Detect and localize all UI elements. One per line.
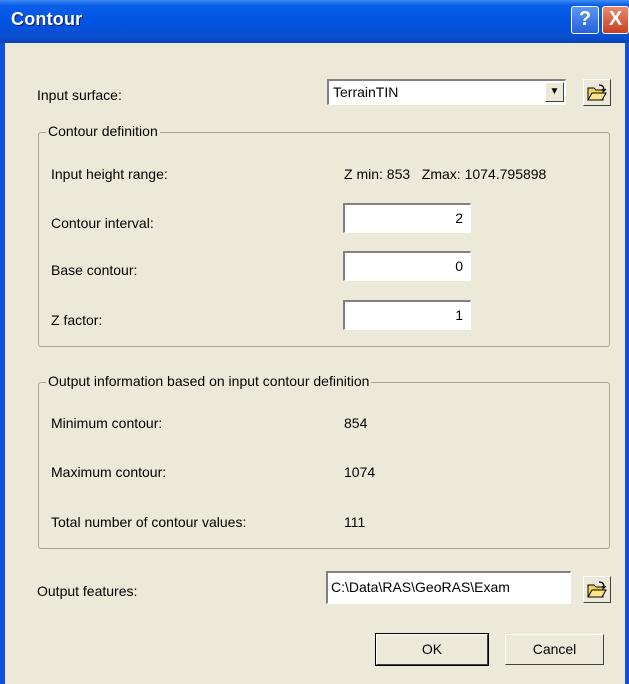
contour-interval-label: Contour interval: — [51, 215, 154, 231]
browse-output-features-button[interactable] — [583, 576, 611, 603]
maximum-contour-label: Maximum contour: — [51, 464, 167, 480]
contour-interval-input[interactable]: 2 — [343, 203, 471, 233]
ok-button[interactable]: OK — [375, 633, 489, 666]
contour-definition-group — [38, 132, 610, 347]
window-frame-right — [625, 43, 629, 684]
window-frame-left — [0, 43, 5, 684]
open-folder-icon — [587, 83, 607, 100]
contour-definition-legend: Contour definition — [46, 123, 160, 139]
cancel-button[interactable]: Cancel — [505, 634, 604, 665]
z-factor-label: Z factor: — [51, 312, 103, 328]
input-surface-dropdown[interactable]: TerrainTIN ▼ — [327, 79, 566, 105]
close-button[interactable]: X — [602, 6, 629, 34]
window-title: Contour — [11, 9, 83, 29]
output-features-input[interactable]: C:\Data\RAS\GeoRAS\Exam — [326, 571, 571, 604]
contour-dialog: Contour ? X Input surface: TerrainTIN ▼ … — [0, 0, 629, 684]
browse-input-surface-button[interactable] — [583, 79, 611, 106]
input-surface-value: TerrainTIN — [333, 84, 399, 100]
title-bar[interactable]: Contour ? X — [0, 0, 629, 43]
height-range-label: Input height range: — [51, 166, 168, 182]
input-surface-label: Input surface: — [37, 87, 122, 103]
output-info-legend: Output information based on input contou… — [46, 373, 372, 389]
total-contour-values-label: Total number of contour values: — [51, 514, 247, 530]
maximum-contour-value: 1074 — [344, 464, 376, 480]
open-folder-icon — [587, 580, 607, 597]
total-contour-values-value: 111 — [344, 514, 366, 530]
chevron-down-icon[interactable]: ▼ — [545, 82, 564, 102]
height-range-value: Z min: 853 Zmax: 1074.795898 — [344, 166, 547, 182]
base-contour-input[interactable]: 0 — [343, 251, 471, 281]
output-features-label: Output features: — [37, 583, 138, 599]
base-contour-label: Base contour: — [51, 262, 138, 278]
help-button[interactable]: ? — [571, 6, 599, 34]
minimum-contour-value: 854 — [344, 415, 368, 431]
minimum-contour-label: Minimum contour: — [51, 415, 163, 431]
z-factor-input[interactable]: 1 — [343, 300, 471, 330]
